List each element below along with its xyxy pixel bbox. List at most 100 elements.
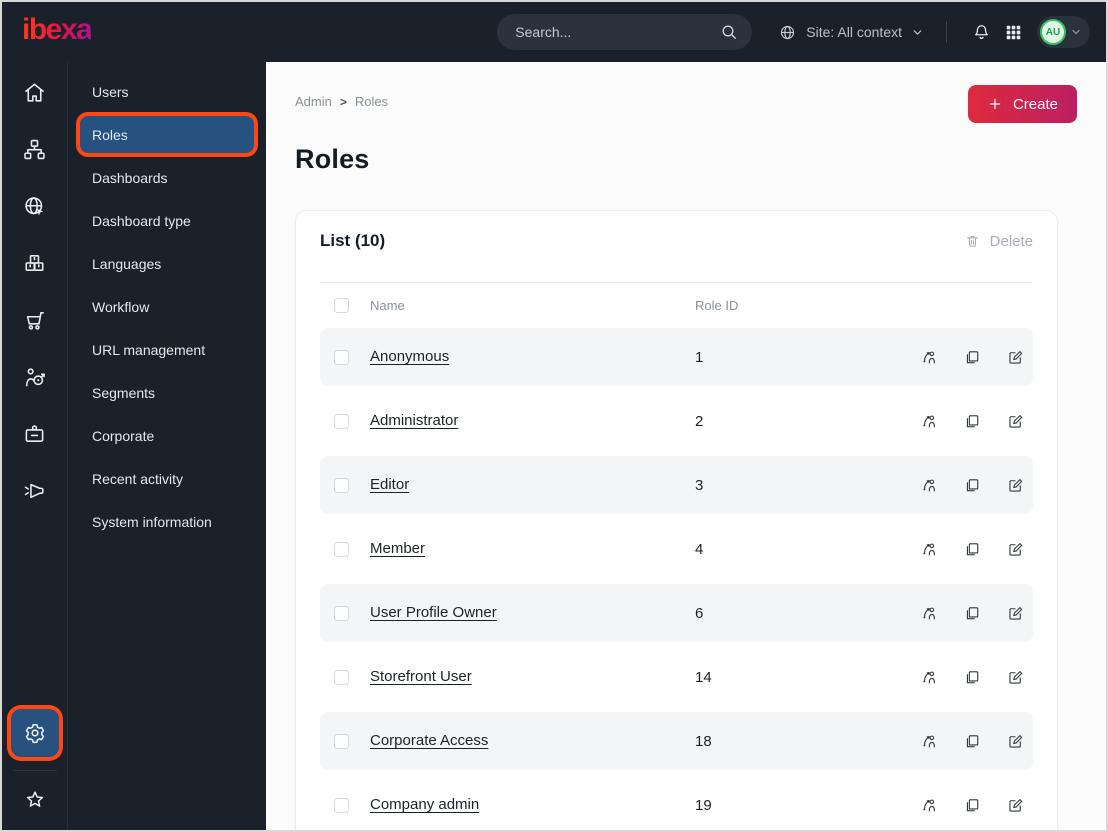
search-icon[interactable] [719, 22, 739, 42]
ibexa-logo[interactable]: ibexa [22, 15, 93, 49]
role-id-value: 19 [695, 796, 712, 814]
sidebar-item-site[interactable] [2, 178, 68, 235]
create-button[interactable]: Create [967, 85, 1077, 123]
sidebar-item-corporate[interactable] [2, 406, 68, 463]
row-actions [915, 599, 1029, 627]
sidebar-item-roles[interactable]: Roles [80, 116, 254, 153]
row-checkbox[interactable] [334, 605, 349, 621]
roles-list-card: List (10) Delete Name Role ID Anonymous … [295, 210, 1058, 830]
sidebar-item-recent-activity[interactable]: Recent activity [68, 457, 266, 500]
avatar: AU [1040, 19, 1066, 45]
edit-role-button[interactable] [1001, 791, 1029, 819]
search-input[interactable] [497, 14, 753, 50]
role-name-link[interactable]: User Profile Owner [370, 604, 497, 621]
row-checkbox[interactable] [334, 349, 349, 365]
sidebar-item-languages[interactable]: Languages [68, 242, 266, 285]
notifications-bell-button[interactable] [965, 16, 997, 48]
sidebar-item-marketing[interactable] [2, 463, 68, 520]
sidebar-item-system-information[interactable]: System information [68, 500, 266, 543]
edit-role-button[interactable] [1001, 727, 1029, 755]
breadcrumb-admin[interactable]: Admin [295, 94, 332, 109]
copy-role-button[interactable] [958, 791, 986, 819]
sidebar-item-products[interactable] [2, 235, 68, 292]
sidebar-item-content-structure[interactable] [2, 121, 68, 178]
list-count-title: List (10) [320, 231, 386, 250]
edit-role-button[interactable] [1001, 343, 1029, 371]
table-row: Administrator 2 [320, 392, 1033, 450]
create-button-label: Create [1012, 95, 1058, 113]
assign-users-button[interactable] [915, 599, 943, 627]
edit-role-button[interactable] [1001, 471, 1029, 499]
copy-icon [966, 414, 978, 427]
sidebar-item-url-management[interactable]: URL management [68, 328, 266, 371]
delete-button[interactable]: Delete [964, 233, 1033, 250]
sidebar-item-label: Dashboards [92, 169, 168, 186]
row-checkbox[interactable] [334, 669, 349, 685]
sidebar-item-commerce[interactable] [2, 292, 68, 349]
sidebar-item-bookmarks[interactable] [2, 780, 68, 820]
product-boxes-icon [25, 255, 44, 271]
topbar-divider [946, 21, 947, 43]
copy-role-button[interactable] [958, 599, 986, 627]
assign-users-button[interactable] [915, 407, 943, 435]
sidebar-item-label: Roles [92, 126, 128, 143]
select-all-checkbox[interactable] [334, 298, 349, 313]
sidebar-item-users[interactable]: Users [68, 70, 266, 113]
sidebar-item-settings[interactable] [10, 709, 59, 757]
assign-users-icon [922, 415, 935, 427]
sidebar-item-personalization[interactable] [2, 349, 68, 406]
site-context-selector[interactable]: Site: All context [778, 23, 924, 42]
role-name-link[interactable]: Corporate Access [370, 732, 488, 749]
personalization-target-icon [26, 368, 45, 387]
assign-users-button[interactable] [915, 727, 943, 755]
edit-role-button[interactable] [1001, 663, 1029, 691]
copy-role-button[interactable] [958, 727, 986, 755]
row-actions [915, 791, 1029, 819]
copy-icon [966, 734, 978, 747]
topbar: ibexa Site: All context [2, 2, 1106, 62]
row-checkbox[interactable] [334, 477, 349, 493]
edit-role-button[interactable] [1001, 407, 1029, 435]
role-name-link[interactable]: Administrator [370, 412, 458, 429]
sidebar-item-dashboard-type[interactable]: Dashboard type [68, 199, 266, 242]
row-checkbox[interactable] [334, 413, 349, 429]
sidebar-item-dashboards[interactable]: Dashboards [68, 156, 266, 199]
row-actions [915, 727, 1029, 755]
sidebar-item-corporate[interactable]: Corporate [68, 414, 266, 457]
copy-role-button[interactable] [958, 663, 986, 691]
app-grid-button[interactable] [997, 16, 1029, 48]
sidebar-divider [12, 770, 57, 771]
row-checkbox[interactable] [334, 733, 349, 749]
copy-role-button[interactable] [958, 343, 986, 371]
app-window: ibexa Site: All context [0, 0, 1108, 832]
assign-users-button[interactable] [915, 663, 943, 691]
copy-role-button[interactable] [958, 407, 986, 435]
assign-users-icon [922, 479, 935, 491]
role-name-link[interactable]: Member [370, 540, 425, 557]
assign-users-button[interactable] [915, 343, 943, 371]
edit-role-button[interactable] [1001, 535, 1029, 563]
marketing-megaphone-icon [24, 483, 44, 499]
sidebar-item-home[interactable] [2, 64, 68, 121]
row-checkbox[interactable] [334, 797, 349, 813]
copy-role-button[interactable] [958, 471, 986, 499]
role-id-value: 4 [695, 540, 704, 558]
role-name-link[interactable]: Editor [370, 476, 409, 493]
role-name-link[interactable]: Storefront User [370, 668, 472, 685]
role-name-link[interactable]: Company admin [370, 796, 479, 813]
role-name-link[interactable]: Anonymous [370, 348, 449, 365]
assign-users-button[interactable] [915, 535, 943, 563]
user-menu[interactable]: AU [1037, 16, 1090, 48]
row-checkbox[interactable] [334, 541, 349, 557]
assign-users-icon [922, 351, 935, 363]
content-structure-icon [24, 139, 45, 160]
assign-users-button[interactable] [915, 791, 943, 819]
delete-button-label: Delete [989, 232, 1033, 250]
sidebar-item-workflow[interactable]: Workflow [68, 285, 266, 328]
row-actions [915, 407, 1029, 435]
assign-users-button[interactable] [915, 471, 943, 499]
edit-role-button[interactable] [1001, 599, 1029, 627]
copy-role-button[interactable] [958, 535, 986, 563]
table-row: Editor 3 [320, 456, 1033, 514]
sidebar-item-segments[interactable]: Segments [68, 371, 266, 414]
